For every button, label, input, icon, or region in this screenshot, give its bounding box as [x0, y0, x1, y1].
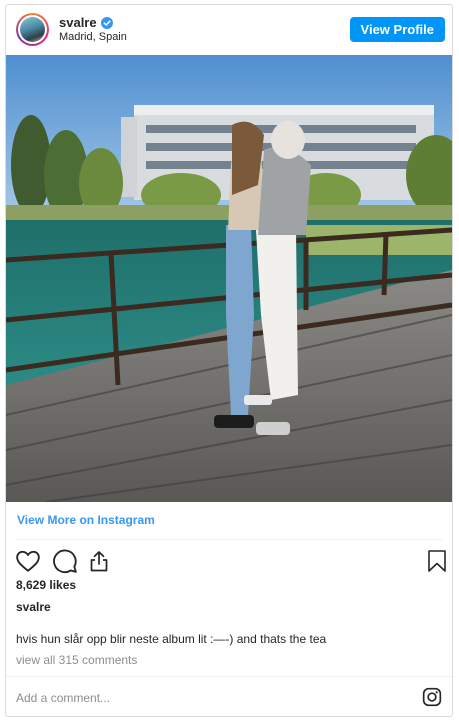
share-icon[interactable]: [87, 548, 111, 574]
add-comment-input[interactable]: [16, 689, 396, 707]
view-comments-link[interactable]: view all 315 comments: [16, 653, 137, 667]
view-profile-button[interactable]: View Profile: [349, 17, 445, 42]
post-caption: hvis hun slår opp blir neste album lit :…: [16, 632, 327, 646]
username[interactable]: svalre: [59, 15, 97, 30]
action-bar: [15, 548, 447, 574]
heart-icon[interactable]: [15, 548, 41, 574]
bookmark-icon[interactable]: [427, 548, 447, 574]
divider: [16, 539, 442, 540]
instagram-embed-card: svalre Madrid, Spain View Profile View M…: [5, 4, 453, 717]
comment-footer: [6, 676, 452, 716]
post-photo[interactable]: [6, 55, 452, 502]
comment-bubble-icon[interactable]: [52, 548, 78, 574]
post-header: svalre Madrid, Spain View Profile: [6, 5, 452, 55]
avatar[interactable]: [16, 13, 49, 46]
post-owner-username[interactable]: svalre: [16, 600, 51, 614]
view-more-link[interactable]: View More on Instagram: [17, 513, 155, 527]
likes-count[interactable]: 8,629 likes: [16, 578, 76, 592]
location-label[interactable]: Madrid, Spain: [59, 31, 127, 43]
instagram-logo-icon[interactable]: [422, 687, 442, 707]
verified-badge-icon: [100, 16, 113, 29]
